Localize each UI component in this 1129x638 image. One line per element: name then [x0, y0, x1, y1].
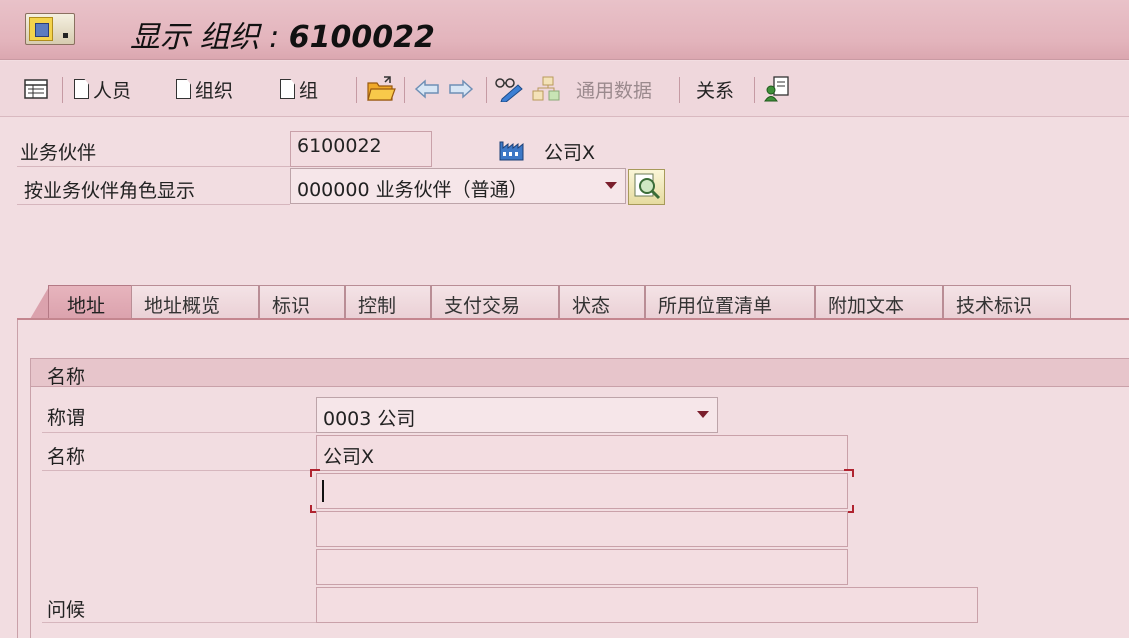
- focus-marker: [310, 469, 320, 477]
- partner-overview-button[interactable]: [764, 61, 790, 117]
- display-in-role-label: 按业务伙伴角色显示: [24, 180, 196, 202]
- create-organization-button[interactable]: 组织: [176, 61, 233, 117]
- tab-where-used-list[interactable]: 所用位置清单: [645, 285, 815, 319]
- glasses-pencil-icon: [495, 78, 523, 102]
- list-view-icon: [24, 79, 48, 99]
- toolbar-separator: [404, 77, 405, 103]
- business-partner-label: 业务伙伴: [20, 142, 97, 164]
- new-document-icon: [280, 79, 295, 99]
- toolbar-separator: [62, 77, 63, 103]
- new-document-icon: [74, 79, 89, 99]
- tab-control[interactable]: 控制: [345, 285, 431, 319]
- focus-marker: [844, 469, 854, 477]
- organization-type-icon: [498, 136, 528, 167]
- create-person-button[interactable]: 人员: [74, 61, 131, 117]
- name-group-title: 名称: [47, 366, 86, 388]
- name-line-3-field[interactable]: [316, 511, 848, 547]
- label-underline: [42, 470, 316, 471]
- role-search-button[interactable]: [628, 169, 665, 205]
- tab-additional-texts[interactable]: 附加文本: [815, 285, 943, 319]
- greeting-field[interactable]: [316, 587, 978, 623]
- hierarchy-icon: [532, 76, 560, 101]
- tab-address-overview[interactable]: 地址概览: [131, 285, 259, 319]
- new-document-icon: [176, 79, 191, 99]
- chevron-down-icon: [605, 182, 617, 189]
- arrow-left-icon: [414, 79, 439, 99]
- tab-payment-transactions[interactable]: 支付交易: [431, 285, 559, 319]
- name-group-header: [31, 359, 1129, 387]
- create-person-label: 人员: [93, 79, 132, 102]
- display-change-toggle-button[interactable]: [494, 61, 524, 117]
- tab-technical-id[interactable]: 技术标识: [943, 285, 1071, 319]
- toolbar-separator: [356, 77, 357, 103]
- next-button[interactable]: [448, 61, 474, 117]
- general-data-label: 通用数据: [576, 79, 653, 102]
- system-menu-icon: [29, 17, 53, 41]
- toolbar-separator: [754, 77, 755, 103]
- hierarchy-button: [532, 61, 560, 117]
- title-select[interactable]: 0003 公司: [316, 397, 718, 433]
- name-line-1-field[interactable]: 公司X: [316, 435, 848, 471]
- page-title-prefix: 显示 组织 :: [130, 20, 289, 55]
- label-underline: [17, 166, 290, 167]
- toggle-locator-button[interactable]: [24, 61, 48, 117]
- general-data-button: 通用数据: [576, 61, 652, 117]
- label-underline: [17, 204, 290, 205]
- partner-document-icon: [764, 76, 789, 102]
- dropdown-indicator-icon: [63, 33, 68, 38]
- create-group-button[interactable]: 组: [280, 61, 318, 117]
- business-partner-role-select[interactable]: 000000 业务伙伴（普通）: [290, 168, 626, 204]
- relationships-label: 关系: [696, 79, 735, 102]
- business-partner-role-value: 000000 业务伙伴（普通）: [297, 179, 528, 201]
- create-group-label: 组: [299, 79, 319, 102]
- open-folder-icon: [367, 76, 396, 101]
- greeting-label: 问候: [47, 599, 86, 621]
- label-underline: [42, 622, 316, 623]
- toolbar-separator: [679, 77, 680, 103]
- text-cursor: [322, 480, 324, 502]
- business-partner-field[interactable]: 6100022: [290, 131, 432, 167]
- toolbar-separator: [486, 77, 487, 103]
- label-underline: [42, 432, 316, 433]
- title-value: 0003 公司: [323, 408, 416, 430]
- page-title-number: 6100022: [288, 20, 435, 55]
- page-title: 显示 组织 : 6100022: [130, 12, 435, 56]
- business-partner-name: 公司X: [544, 142, 596, 164]
- title-label: 称谓: [47, 407, 86, 429]
- application-toolbar: 人员 组织 组 通用数据 关系: [0, 61, 1129, 117]
- open-button[interactable]: [366, 61, 396, 117]
- tab-left-bevel: [30, 285, 50, 319]
- relationships-button[interactable]: 关系: [696, 61, 734, 117]
- chevron-down-icon: [697, 411, 709, 418]
- magnifier-icon: [634, 173, 661, 200]
- tab-address[interactable]: 地址: [48, 285, 132, 319]
- create-organization-label: 组织: [195, 79, 234, 102]
- name-line-2-field[interactable]: [316, 473, 848, 509]
- name-line-4-field[interactable]: [316, 549, 848, 585]
- arrow-right-icon: [449, 79, 474, 99]
- previous-button[interactable]: [414, 61, 440, 117]
- name-label: 名称: [47, 446, 86, 468]
- tab-status[interactable]: 状态: [559, 285, 645, 319]
- system-menu-button[interactable]: [25, 13, 75, 45]
- tab-identification[interactable]: 标识: [259, 285, 345, 319]
